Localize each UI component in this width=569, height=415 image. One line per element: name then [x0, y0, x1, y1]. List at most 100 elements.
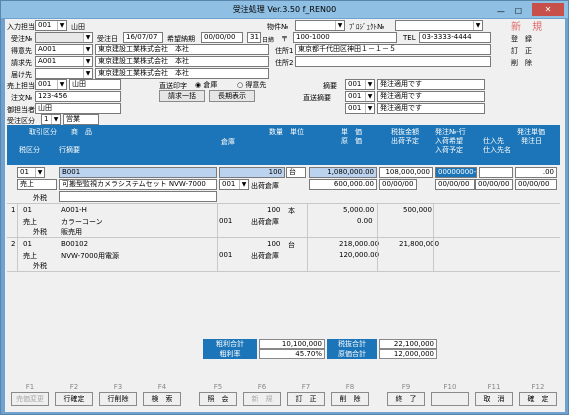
fkey-button[interactable]: 行削除 — [99, 392, 137, 406]
close-icon[interactable]: ✕ — [532, 3, 564, 16]
edit-po-price[interactable]: .00 — [515, 167, 557, 178]
note-code[interactable]: 001 ▼ — [345, 79, 375, 90]
row-trade-code: 01 — [23, 240, 32, 248]
edit-line-memo[interactable] — [59, 191, 217, 202]
col-po-date: 発注日 — [521, 137, 542, 145]
addr1-label: 住所1 — [275, 47, 294, 55]
note3-text[interactable]: 発注適用です — [377, 103, 485, 114]
delivery-code[interactable]: ▼ — [35, 68, 93, 79]
fkey-f5[interactable]: F5 照 会 — [199, 382, 237, 406]
billing-code[interactable]: A001 ▼ — [35, 56, 93, 67]
chevron-down-icon[interactable]: ▼ — [239, 180, 248, 189]
fkey-number: F10 — [443, 383, 457, 391]
fkey-f4[interactable]: F4 検 索 — [143, 382, 181, 406]
edit-po-date[interactable]: 00/00/00 — [515, 179, 557, 190]
fkey-f10: F10 — [431, 382, 469, 406]
fkey-f12[interactable]: F12 確 定 — [519, 382, 557, 406]
note-text[interactable]: 発注適用です — [377, 79, 485, 90]
radio-customer[interactable]: ○ 得意先 — [237, 80, 266, 90]
edit-trade-code[interactable]: 01 ▼ — [17, 167, 45, 178]
juchu-no-field[interactable]: ▼ — [35, 32, 93, 43]
juchu-date-field[interactable]: 16/07/07 — [123, 32, 163, 43]
fkey-f8[interactable]: F8 削 除 — [331, 382, 369, 406]
bill-button[interactable]: 請求一括 — [159, 90, 205, 102]
edit-arr-plan[interactable]: 00/00/00 — [475, 179, 513, 190]
bukken-select[interactable]: ▼ — [295, 20, 345, 31]
edit-item-name[interactable]: 可搬型監視カメラシステムセット NVW-7000 — [59, 179, 217, 190]
fkey-f11[interactable]: F11 取 消 — [475, 382, 513, 406]
chevron-down-icon[interactable]: ▼ — [83, 33, 92, 42]
direct-note-code[interactable]: 001 ▼ — [345, 91, 375, 102]
sales-name[interactable]: 山田 — [69, 79, 121, 90]
edit-arr-hope[interactable]: 00/00/00 — [435, 179, 475, 190]
contact-field[interactable]: 山田 — [35, 103, 121, 114]
col-divider — [377, 203, 378, 271]
kibou-date-field[interactable]: 00/00/00 — [201, 32, 243, 43]
project-select[interactable]: ▼ — [395, 20, 483, 31]
chevron-down-icon[interactable]: ▼ — [473, 21, 482, 30]
edit-qty[interactable]: 100 — [219, 167, 285, 178]
radio-warehouse[interactable]: ◉ 倉庫 — [195, 80, 217, 90]
edit-item-code[interactable]: B001 — [59, 167, 217, 178]
customer-name[interactable]: 東京建設工業株式会社 本社 — [95, 44, 269, 55]
col-arr-plan: 入荷予定 — [435, 146, 463, 154]
minimize-icon[interactable]: — — [497, 3, 505, 20]
fkey-f3[interactable]: F3 行削除 — [99, 382, 137, 406]
edit-po-no[interactable]: 00000000- — [435, 167, 477, 178]
billing-code-value: A001 — [38, 57, 57, 65]
chevron-down-icon[interactable]: ▼ — [335, 21, 344, 30]
order-type-name[interactable]: 営業 — [63, 114, 99, 125]
fkey-button[interactable]: 確 定 — [519, 392, 557, 406]
addr2-field[interactable] — [295, 56, 491, 67]
chevron-down-icon[interactable]: ▼ — [35, 168, 44, 177]
chevron-down-icon[interactable]: ▼ — [57, 21, 66, 30]
edit-ship-date[interactable]: 00/00/00 — [379, 179, 417, 190]
fkey-button[interactable]: 訂 正 — [287, 392, 325, 406]
customer-code[interactable]: A001 ▼ — [35, 44, 93, 55]
input-person-code[interactable]: 001 ▼ — [35, 20, 67, 31]
chevron-down-icon[interactable]: ▼ — [365, 80, 374, 89]
row-item-name: カラーコーン — [61, 218, 103, 226]
chevron-down-icon[interactable]: ▼ — [365, 92, 374, 101]
fkey-button[interactable]: 取 消 — [475, 392, 513, 406]
fkey-f9[interactable]: F9 終 了 — [387, 382, 425, 406]
chevron-down-icon[interactable]: ▼ — [83, 57, 92, 66]
input-person-name: 山田 — [71, 23, 85, 31]
kibou-day-field[interactable]: 31 — [247, 32, 261, 43]
juchu-date-label: 受注日 — [97, 35, 118, 43]
fkey-button[interactable]: 検 索 — [143, 392, 181, 406]
order-doc-label: 注文№ — [11, 94, 33, 102]
billing-name[interactable]: 東京建設工業株式会社 本社 — [95, 56, 269, 67]
chevron-down-icon[interactable]: ▼ — [365, 104, 374, 113]
postal-field[interactable]: 100-1000 — [293, 32, 397, 43]
chevron-down-icon[interactable]: ▼ — [51, 115, 60, 124]
fkey-number: F11 — [487, 383, 501, 391]
chevron-down-icon[interactable]: ▼ — [57, 80, 66, 89]
fkey-f7[interactable]: F7 訂 正 — [287, 382, 325, 406]
order-doc-field[interactable]: 123-456 — [35, 91, 121, 102]
fkey-button[interactable]: 照 会 — [199, 392, 237, 406]
edit-trade-name[interactable]: 売上 — [17, 179, 57, 190]
addr2-label: 住所2 — [275, 59, 294, 67]
fkey-button[interactable]: 終 了 — [387, 392, 425, 406]
row-wh-code: 001 — [219, 251, 233, 259]
edit-wh-code[interactable]: 001 ▼ — [219, 179, 249, 190]
delivery-name[interactable]: 東京建設工業株式会社 本社 — [95, 68, 269, 79]
edit-supplier[interactable] — [479, 167, 513, 178]
fkey-button[interactable]: 行確定 — [55, 392, 93, 406]
chevron-down-icon[interactable]: ▼ — [83, 69, 92, 78]
edit-unit[interactable]: 台 — [286, 167, 306, 178]
chevron-down-icon[interactable]: ▼ — [83, 45, 92, 54]
addr1-field[interactable]: 東京都千代田区神田１－１－５ — [295, 44, 491, 55]
direct-note-text[interactable]: 発注適用です — [377, 91, 485, 102]
fkey-button[interactable]: 削 除 — [331, 392, 369, 406]
note3-code[interactable]: 001 ▼ — [345, 103, 375, 114]
tel-field[interactable]: 03-3333-4444 — [419, 32, 491, 43]
edit-unit-price[interactable]: 1,080,000.00 — [309, 167, 377, 178]
edit-cost[interactable]: 600,000.00 — [309, 179, 377, 190]
order-type-code[interactable]: 1 ▼ — [41, 114, 61, 125]
disp-button[interactable]: 長期表示 — [209, 90, 255, 102]
edit-amount[interactable]: 108,000,000 — [379, 167, 433, 178]
fkey-f2[interactable]: F2 行確定 — [55, 382, 93, 406]
sales-code[interactable]: 001 ▼ — [35, 79, 67, 90]
